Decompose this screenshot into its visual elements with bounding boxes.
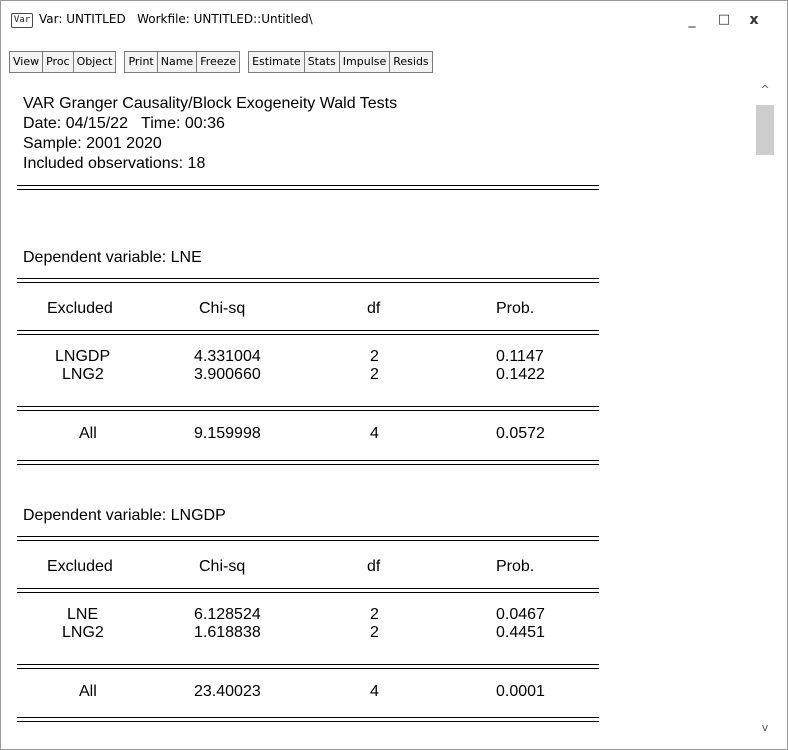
impulse-button[interactable]: Impulse [338, 51, 390, 73]
minimize-button[interactable]: _ [681, 9, 703, 31]
table-row-df: 2 [370, 366, 379, 383]
table-row-excluded: LNG2 [62, 366, 104, 383]
dependent-variable-label: Dependent variable: LNE [23, 249, 202, 266]
table-row-prob: 0.0467 [496, 606, 545, 623]
table-row-prob: 0.1422 [496, 366, 545, 383]
var-window: Var Var: UNTITLED Workfile: UNTITLED::Un… [0, 0, 788, 750]
window-title: Var: UNTITLED Workfile: UNTITLED::Untitl… [39, 12, 313, 26]
divider [17, 460, 599, 461]
table-row-prob: 0.1147 [496, 348, 544, 365]
column-header-df: df [367, 300, 381, 317]
toolbar: View Proc Object Print Name Freeze Estim… [9, 51, 433, 73]
var-app-icon: Var [11, 13, 33, 28]
observations-line: Included observations: 18 [23, 155, 206, 172]
dependent-variable-label: Dependent variable: LNGDP [23, 507, 226, 524]
proc-button[interactable]: Proc [42, 51, 73, 73]
table-row-excluded: LNE [67, 606, 99, 623]
divider [17, 282, 599, 283]
divider [17, 334, 599, 335]
scroll-thumb[interactable] [756, 105, 774, 155]
divider [17, 330, 599, 331]
view-button[interactable]: View [9, 51, 43, 73]
table-row-chi-sq: 4.331004 [194, 348, 261, 365]
column-header-df: df [367, 558, 381, 575]
object-button[interactable]: Object [72, 51, 116, 73]
divider [17, 278, 599, 279]
divider [17, 540, 599, 541]
column-header-chi-sq: Chi-sq [199, 300, 246, 317]
output-table-view: VAR Granger Causality/Block Exogeneity W… [9, 81, 749, 741]
column-header-excluded: Excluded [47, 558, 113, 575]
close-button[interactable]: x [743, 9, 765, 31]
table-row-chi-sq: 6.128524 [194, 606, 261, 623]
stats-button[interactable]: Stats [303, 51, 339, 73]
table-row-chi-sq: 3.900660 [194, 366, 261, 383]
column-header-prob: Prob. [496, 300, 535, 317]
column-header-chi-sq: Chi-sq [199, 558, 246, 575]
table-row-chi-sq: 1.618838 [194, 624, 261, 641]
divider [17, 717, 599, 718]
divider [17, 406, 599, 407]
toolbar-group-view: View Proc Object [9, 51, 117, 73]
total-row-label: All [79, 683, 97, 700]
divider [17, 410, 599, 411]
divider [17, 189, 599, 190]
table-row-df: 2 [370, 348, 379, 365]
maximize-button[interactable]: □ [713, 9, 735, 31]
divider [17, 185, 599, 186]
total-row-chi-sq: 9.159998 [194, 425, 261, 442]
sample-line: Sample: 2001 2020 [23, 135, 162, 152]
total-row-df: 4 [370, 425, 379, 442]
report-heading: VAR Granger Causality/Block Exogeneity W… [23, 95, 398, 112]
table-row-prob: 0.4451 [496, 624, 545, 641]
total-row-prob: 0.0001 [496, 683, 545, 700]
toolbar-group-estimate: Estimate Stats Impulse Resids [248, 51, 433, 73]
freeze-button[interactable]: Freeze [196, 51, 240, 73]
resids-button[interactable]: Resids [389, 51, 432, 73]
divider [17, 592, 599, 593]
name-button[interactable]: Name [156, 51, 197, 73]
print-button[interactable]: Print [124, 51, 157, 73]
table-row-df: 2 [370, 606, 379, 623]
vertical-scrollbar[interactable]: ^ v [753, 81, 777, 741]
divider [17, 721, 599, 722]
toolbar-group-print: Print Name Freeze [124, 51, 241, 73]
total-row-prob: 0.0572 [496, 425, 545, 442]
table-row-excluded: LNG2 [62, 624, 104, 641]
total-row-df: 4 [370, 683, 379, 700]
date-time-line: Date: 04/15/22 Time: 00:36 [23, 115, 225, 132]
scroll-down-icon[interactable]: v [753, 721, 777, 741]
divider [17, 664, 599, 665]
table-row-excluded: LNGDP [55, 348, 111, 365]
column-header-excluded: Excluded [47, 300, 113, 317]
estimate-button[interactable]: Estimate [248, 51, 304, 73]
divider [17, 668, 599, 669]
total-row-label: All [79, 425, 97, 442]
total-row-chi-sq: 23.40023 [194, 683, 261, 700]
scroll-up-icon[interactable]: ^ [753, 83, 777, 103]
divider [17, 588, 599, 589]
table-row-df: 2 [370, 624, 379, 641]
column-header-prob: Prob. [496, 558, 535, 575]
divider [17, 464, 599, 465]
divider [17, 536, 599, 537]
title-bar[interactable]: Var Var: UNTITLED Workfile: UNTITLED::Un… [1, 1, 787, 41]
